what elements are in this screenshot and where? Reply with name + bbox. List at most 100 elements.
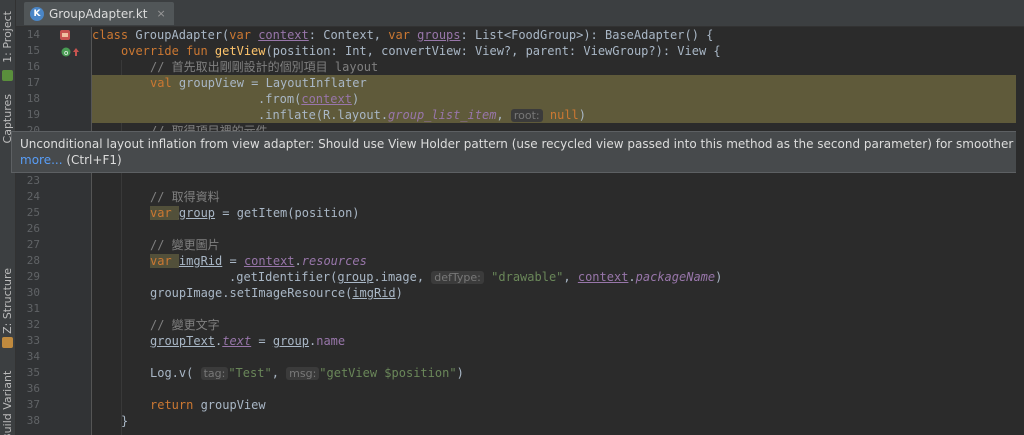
code-text: = getItem(position)	[215, 206, 360, 220]
code-text: groupText	[150, 334, 216, 348]
class-icon	[60, 30, 70, 40]
more-link[interactable]: more...	[20, 153, 63, 167]
code-text: )	[715, 270, 723, 284]
code-text: )	[395, 286, 403, 300]
code-function: getView	[214, 44, 266, 58]
code-text: .from(	[258, 92, 302, 106]
param-hint: defType:	[431, 271, 484, 284]
code-param: groups	[417, 28, 461, 42]
code-variable: group	[337, 270, 374, 284]
up-arrow-icon	[73, 48, 79, 56]
code-line-38: }	[92, 413, 1024, 429]
code-line-33: groupText.text = group.name	[92, 333, 1024, 349]
line-number: 29	[26, 270, 40, 283]
line-number: 19	[26, 108, 40, 121]
editor-tab-bar: K GroupAdapter.kt ×	[16, 0, 1024, 27]
code-keyword: override fun	[121, 44, 215, 58]
line-number: 33	[26, 334, 40, 347]
code-line-27: // 變更圖片	[92, 237, 1024, 253]
line-number: 34	[26, 350, 40, 363]
code-text: .image,	[373, 270, 432, 284]
code-text: }	[121, 414, 129, 428]
code-comment: // 變更文字	[150, 318, 220, 332]
vertical-scrollbar[interactable]	[1016, 27, 1024, 435]
param-hint: tag:	[200, 367, 229, 380]
tool-window-strip: 1: Project Captures Z: Structure Build V…	[0, 0, 16, 435]
code-line-28: var imgRid = context.resources	[92, 253, 1024, 269]
line-number: 24	[26, 190, 40, 203]
code-keyword: var	[388, 28, 418, 42]
code-text: =	[251, 334, 273, 348]
code-keyword: class	[92, 28, 136, 42]
code-param: context	[243, 254, 295, 268]
code-variable: group	[178, 206, 216, 220]
line-number: 14	[26, 28, 40, 41]
line-number: 15	[26, 44, 40, 57]
code-line-24: // 取得資料	[92, 189, 1024, 205]
param-hint: msg:	[286, 367, 320, 380]
code-text: GroupAdapter(	[135, 28, 230, 42]
tab-build-variants-label: Build Variants	[1, 370, 14, 435]
code-keyword: var	[229, 28, 259, 42]
code-line-17: val groupView = LayoutInflater	[92, 75, 1024, 91]
tab-project-label: 1: Project	[1, 11, 14, 63]
code-line-30: groupImage.setImageResource(imgRid)	[92, 285, 1024, 301]
code-variable: imgRid	[178, 254, 223, 268]
code-variable: group	[272, 334, 309, 348]
code-text: : Context,	[308, 28, 389, 42]
code-line-29: .getIdentifier(group.image, defType: "dr…	[92, 269, 1024, 285]
close-icon[interactable]: ×	[157, 7, 166, 20]
code-text: ,	[496, 108, 511, 122]
code-text: )	[351, 92, 360, 106]
code-string: "drawable"	[491, 270, 564, 284]
code-keyword: null	[549, 108, 579, 122]
code-text: .inflate(R.layout.	[258, 108, 389, 122]
code-line-16: // 首先取出剛剛設計的個別項目 layout	[92, 59, 1024, 75]
line-number: 28	[26, 254, 40, 267]
code-keyword: var	[150, 206, 179, 220]
code-text: groupImage	[150, 286, 223, 300]
lint-tooltip: Unconditional layout inflation from view…	[11, 131, 1024, 173]
line-number: 37	[26, 398, 40, 411]
tooltip-footer: more... (Ctrl+F1)	[20, 153, 122, 167]
code-text: (position: Int, convertView: View?, pare…	[265, 44, 721, 58]
code-property: name	[316, 334, 346, 348]
tab-project[interactable]: 1: Project	[0, 6, 15, 68]
code-keyword: val	[150, 76, 179, 90]
code-keyword: return	[150, 398, 201, 412]
tab-structure-label: Z: Structure	[1, 268, 14, 334]
tab-structure[interactable]: Z: Structure	[0, 268, 15, 334]
svg-text:o: o	[64, 49, 68, 57]
line-number: 36	[26, 382, 40, 395]
editor-tab-groupadapter[interactable]: K GroupAdapter.kt ×	[24, 2, 174, 25]
code-text: groupView	[200, 398, 266, 412]
code-line-19: .inflate(R.layout.group_list_item, root:…	[92, 107, 1024, 123]
line-number: 23	[26, 174, 40, 187]
code-property: resources	[301, 254, 367, 268]
line-number: 27	[26, 238, 40, 251]
code-param: group_list_item	[388, 108, 497, 122]
line-number: 25	[26, 206, 40, 219]
code-line-32: // 變更文字	[92, 317, 1024, 333]
code-line-18: .from(context)	[92, 91, 1024, 107]
code-line-14: class GroupAdapter(var context: Context,…	[92, 27, 1024, 43]
code-line-15: override fun getView(position: Int, conv…	[92, 43, 1024, 59]
code-param: context	[577, 270, 629, 284]
code-line-25: var group = getItem(position)	[92, 205, 1024, 221]
code-text: )	[578, 108, 587, 122]
code-text: .	[294, 254, 302, 268]
line-number: 32	[26, 318, 40, 331]
code-keyword: var	[150, 254, 179, 268]
override-icon[interactable]: o	[61, 47, 71, 57]
code-editor[interactable]: class GroupAdapter(var context: Context,…	[92, 27, 1024, 435]
line-number: 17	[26, 76, 40, 89]
build-variants-icon	[2, 337, 13, 348]
code-text: ,	[563, 270, 578, 284]
line-number: 16	[26, 60, 40, 73]
line-number: 38	[26, 414, 40, 427]
tab-build-variants[interactable]: Build Variants	[0, 370, 15, 435]
code-line-35: Log.v( tag: "Test", msg: "getView $positio…	[92, 365, 1024, 381]
code-text: Log.v(	[150, 366, 201, 380]
code-property: text	[222, 334, 252, 348]
line-number: 18	[26, 92, 40, 105]
